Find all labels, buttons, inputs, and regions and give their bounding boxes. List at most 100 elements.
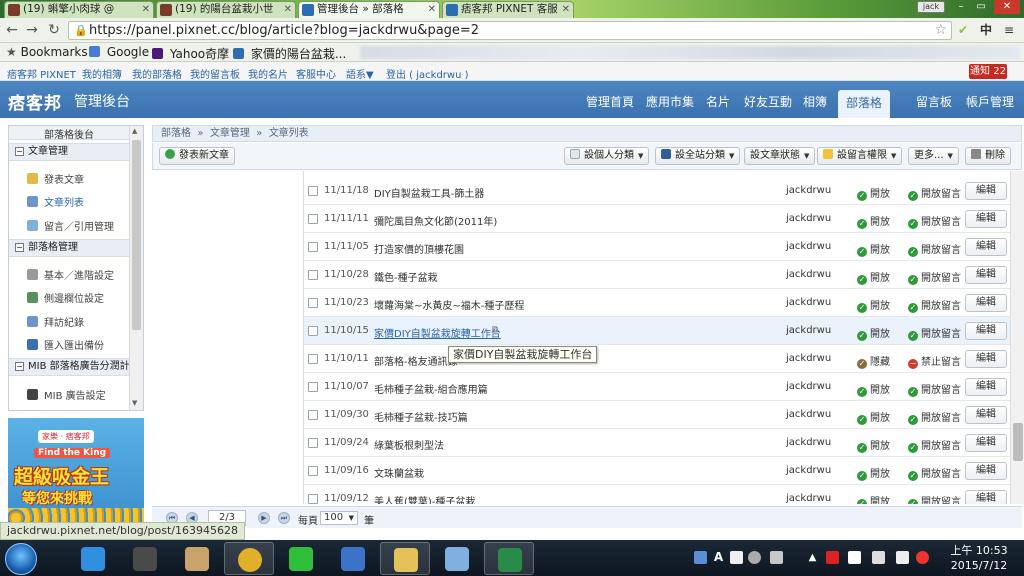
scroll-up-icon[interactable]: ▲	[132, 127, 137, 135]
top-link[interactable]: 痞客邦 PIXNET	[7, 66, 76, 81]
reload-icon[interactable]: ↻	[46, 22, 62, 38]
browser-tab-active[interactable]: 管理後台 » 部落格 ✕	[298, 1, 440, 18]
top-link[interactable]: 客服中心	[296, 66, 336, 81]
tray-help-icon[interactable]	[748, 551, 761, 564]
main-scrollbar[interactable]	[1010, 171, 1024, 504]
row-comment-permission[interactable]: ✓ 開放留言	[908, 213, 961, 229]
row-title-link[interactable]: 打造家價的頂樓花園	[374, 241, 464, 256]
nav-item-guestbook[interactable]: 留言板	[916, 93, 952, 110]
table-row[interactable]: 11/09/30 毛柿種子盆栽-技巧篇 jackdrwu ✓ 開放 ✓ 開放留言 編輯	[304, 401, 1010, 429]
edit-button[interactable]: 編輯	[965, 378, 1007, 396]
top-link[interactable]: 我的相簿	[82, 66, 122, 81]
table-row[interactable]: 11/09/16 文珠蘭盆栽 jackdrwu ✓ 開放 ✓ 開放留言 編輯	[304, 457, 1010, 485]
bookmark-item[interactable]: Yahoo奇摩	[152, 45, 229, 62]
row-title-link[interactable]: 家價DIY自製盆栽旋轉工作台	[374, 325, 501, 340]
row-title-link[interactable]: 綠葉板根刺型法	[374, 437, 444, 452]
edit-button[interactable]: 編輯	[965, 434, 1007, 452]
collapse-icon[interactable]: −	[15, 362, 24, 371]
per-page-select[interactable]: 100 ▼	[320, 511, 358, 525]
row-comment-permission[interactable]: ✓ 開放留言	[908, 325, 961, 341]
row-title-link[interactable]: 彌陀風目魚文化節(2011年)	[374, 213, 497, 228]
table-row[interactable]: 11/10/07 毛柿種子盆栽-組合應用篇 jackdrwu ✓ 開放 ✓ 開放留言 編輯	[304, 373, 1010, 401]
table-row[interactable]: 11/09/24 綠葉板根刺型法 jackdrwu ✓ 開放 ✓ 開放留言 編輯	[304, 429, 1010, 457]
table-row[interactable]: 11/10/23 壞蘿海棠~水黃皮~福木-種子歷程 jackdrwu ✓ 開放 ✓ 開放留言…	[304, 289, 1010, 317]
row-title-link[interactable]: 毛柿種子盆栽-組合應用篇	[374, 381, 488, 396]
taskbar-app[interactable]	[380, 542, 430, 575]
tray-network-icon[interactable]	[872, 551, 885, 564]
row-title-link[interactable]: 毛柿種子盆栽-技巧篇	[374, 409, 468, 424]
tray-expand-icon[interactable]: ▲	[806, 551, 819, 564]
sidebar-item-mib-ads[interactable]: MIB 廣告設定	[27, 387, 106, 402]
comment-permission-button[interactable]: 設留言權限 ▼	[817, 147, 903, 165]
top-link[interactable]: 語系▼	[346, 66, 374, 81]
edit-button[interactable]: 編輯	[965, 406, 1007, 424]
row-checkbox[interactable]	[308, 214, 318, 224]
edit-button[interactable]: 編輯	[965, 294, 1007, 312]
row-title-link[interactable]: 文珠蘭盆栽	[374, 465, 424, 480]
menu-icon[interactable]: ≡	[1004, 22, 1014, 38]
table-row[interactable]: 11/11/05 打造家價的頂樓花園 jackdrwu ✓ 開放 ✓ 開放留言 編輯	[304, 233, 1010, 261]
edit-button[interactable]: 編輯	[965, 350, 1007, 368]
tray-antivirus-icon[interactable]	[826, 551, 839, 564]
tray-ime-icon[interactable]: A	[712, 551, 725, 564]
row-title-link[interactable]: 美人蕉(雙葉)-種子盆栽	[374, 493, 475, 504]
row-comment-permission[interactable]: ✓ 開放留言	[908, 437, 961, 453]
sidebar-scrollbar[interactable]: ▲ ▼	[129, 126, 143, 410]
edit-button[interactable]: 編輯	[965, 462, 1007, 480]
row-status[interactable]: ✓ 開放	[857, 437, 890, 453]
row-checkbox[interactable]	[308, 438, 318, 448]
table-row[interactable]: 11/10/15 家價DIY自製盆栽旋轉工作台 ⧉ jackdrwu ✓ 開放 ✓ 開放留言編…	[304, 317, 1010, 345]
open-new-window-icon[interactable]: ⧉	[492, 325, 498, 335]
row-comment-permission[interactable]: ✓ 開放留言	[908, 185, 961, 201]
top-link[interactable]: 我的名片	[248, 66, 288, 81]
new-post-button[interactable]: 發表新文章	[159, 147, 235, 165]
bookmark-item[interactable]: ★ Bookmarks	[6, 45, 88, 59]
close-icon[interactable]: ✕	[428, 2, 436, 17]
sidebar-item-visits[interactable]: 拜訪紀錄	[27, 314, 84, 329]
personal-category-button[interactable]: 設個人分類 ▼	[564, 147, 650, 165]
sidebar-section-article[interactable]: − 文章管理	[9, 143, 129, 161]
row-title-link[interactable]: DIY自製盆栽工具-篩土器	[374, 185, 484, 200]
breadcrumb-item[interactable]: 文章管理	[210, 128, 250, 139]
sidebar-section-blog[interactable]: − 部落格管理	[9, 239, 129, 257]
row-status[interactable]: ✓ 開放	[857, 381, 890, 397]
top-link[interactable]: 我的部落格	[132, 66, 182, 81]
taskbar-app[interactable]	[276, 542, 326, 575]
taskbar-app[interactable]	[120, 542, 170, 575]
close-icon[interactable]: ✕	[562, 2, 570, 17]
row-comment-permission[interactable]: − 禁止留言	[908, 353, 961, 369]
next-page-icon[interactable]: ▶	[258, 512, 270, 524]
sidebar-item-sidebar-settings[interactable]: 側邊欄位設定	[27, 290, 104, 305]
nav-item-blog[interactable]: 部落格	[838, 90, 891, 118]
row-comment-permission[interactable]: ✓ 開放留言	[908, 241, 961, 257]
collapse-icon[interactable]: −	[15, 147, 24, 156]
check-icon[interactable]: ✔	[958, 22, 968, 38]
edit-button[interactable]: 編輯	[965, 266, 1007, 284]
row-status[interactable]: ✓ 開放	[857, 241, 890, 257]
top-link[interactable]: 我的留言板	[190, 66, 240, 81]
close-icon[interactable]: ✕	[142, 2, 150, 17]
nav-item-friends[interactable]: 好友互動	[744, 93, 792, 110]
row-status[interactable]: ✓ 開放	[857, 325, 890, 341]
row-checkbox[interactable]	[308, 326, 318, 336]
tray-signal-icon[interactable]	[896, 551, 909, 564]
nav-item-album[interactable]: 相簿	[803, 93, 827, 110]
sidebar-item-settings[interactable]: 基本／進階設定	[27, 267, 114, 282]
row-status[interactable]: ✓ 隱藏	[857, 353, 890, 369]
browser-tab[interactable]: 痞客邦 PIXNET 客服 ✕	[442, 1, 574, 18]
row-status[interactable]: ✓ 開放	[857, 185, 890, 201]
taskbar-app[interactable]	[172, 542, 222, 575]
minimize-icon[interactable]: –	[952, 0, 970, 14]
taskbar-app[interactable]	[432, 542, 482, 575]
sidebar-section-mib[interactable]: − MIB 部落格廣告分潤計畫	[9, 358, 140, 376]
row-status[interactable]: ✓ 開放	[857, 213, 890, 229]
taskbar-app[interactable]	[328, 542, 378, 575]
table-row[interactable]: 11/09/12 美人蕉(雙葉)-種子盆栽 jackdrwu ✓ 開放 ✓ 開放留言 編輯	[304, 485, 1010, 504]
delete-button[interactable]: 刪除	[965, 147, 1011, 165]
last-page-icon[interactable]: ⏭	[278, 512, 290, 524]
tray-doc-icon[interactable]	[730, 551, 743, 564]
edit-button[interactable]: 編輯	[965, 182, 1007, 200]
post-status-button[interactable]: 設文章狀態 ▼	[744, 147, 816, 165]
sidebar-item-article-list[interactable]: 文章列表	[27, 194, 84, 209]
forward-icon[interactable]: →	[24, 22, 40, 38]
